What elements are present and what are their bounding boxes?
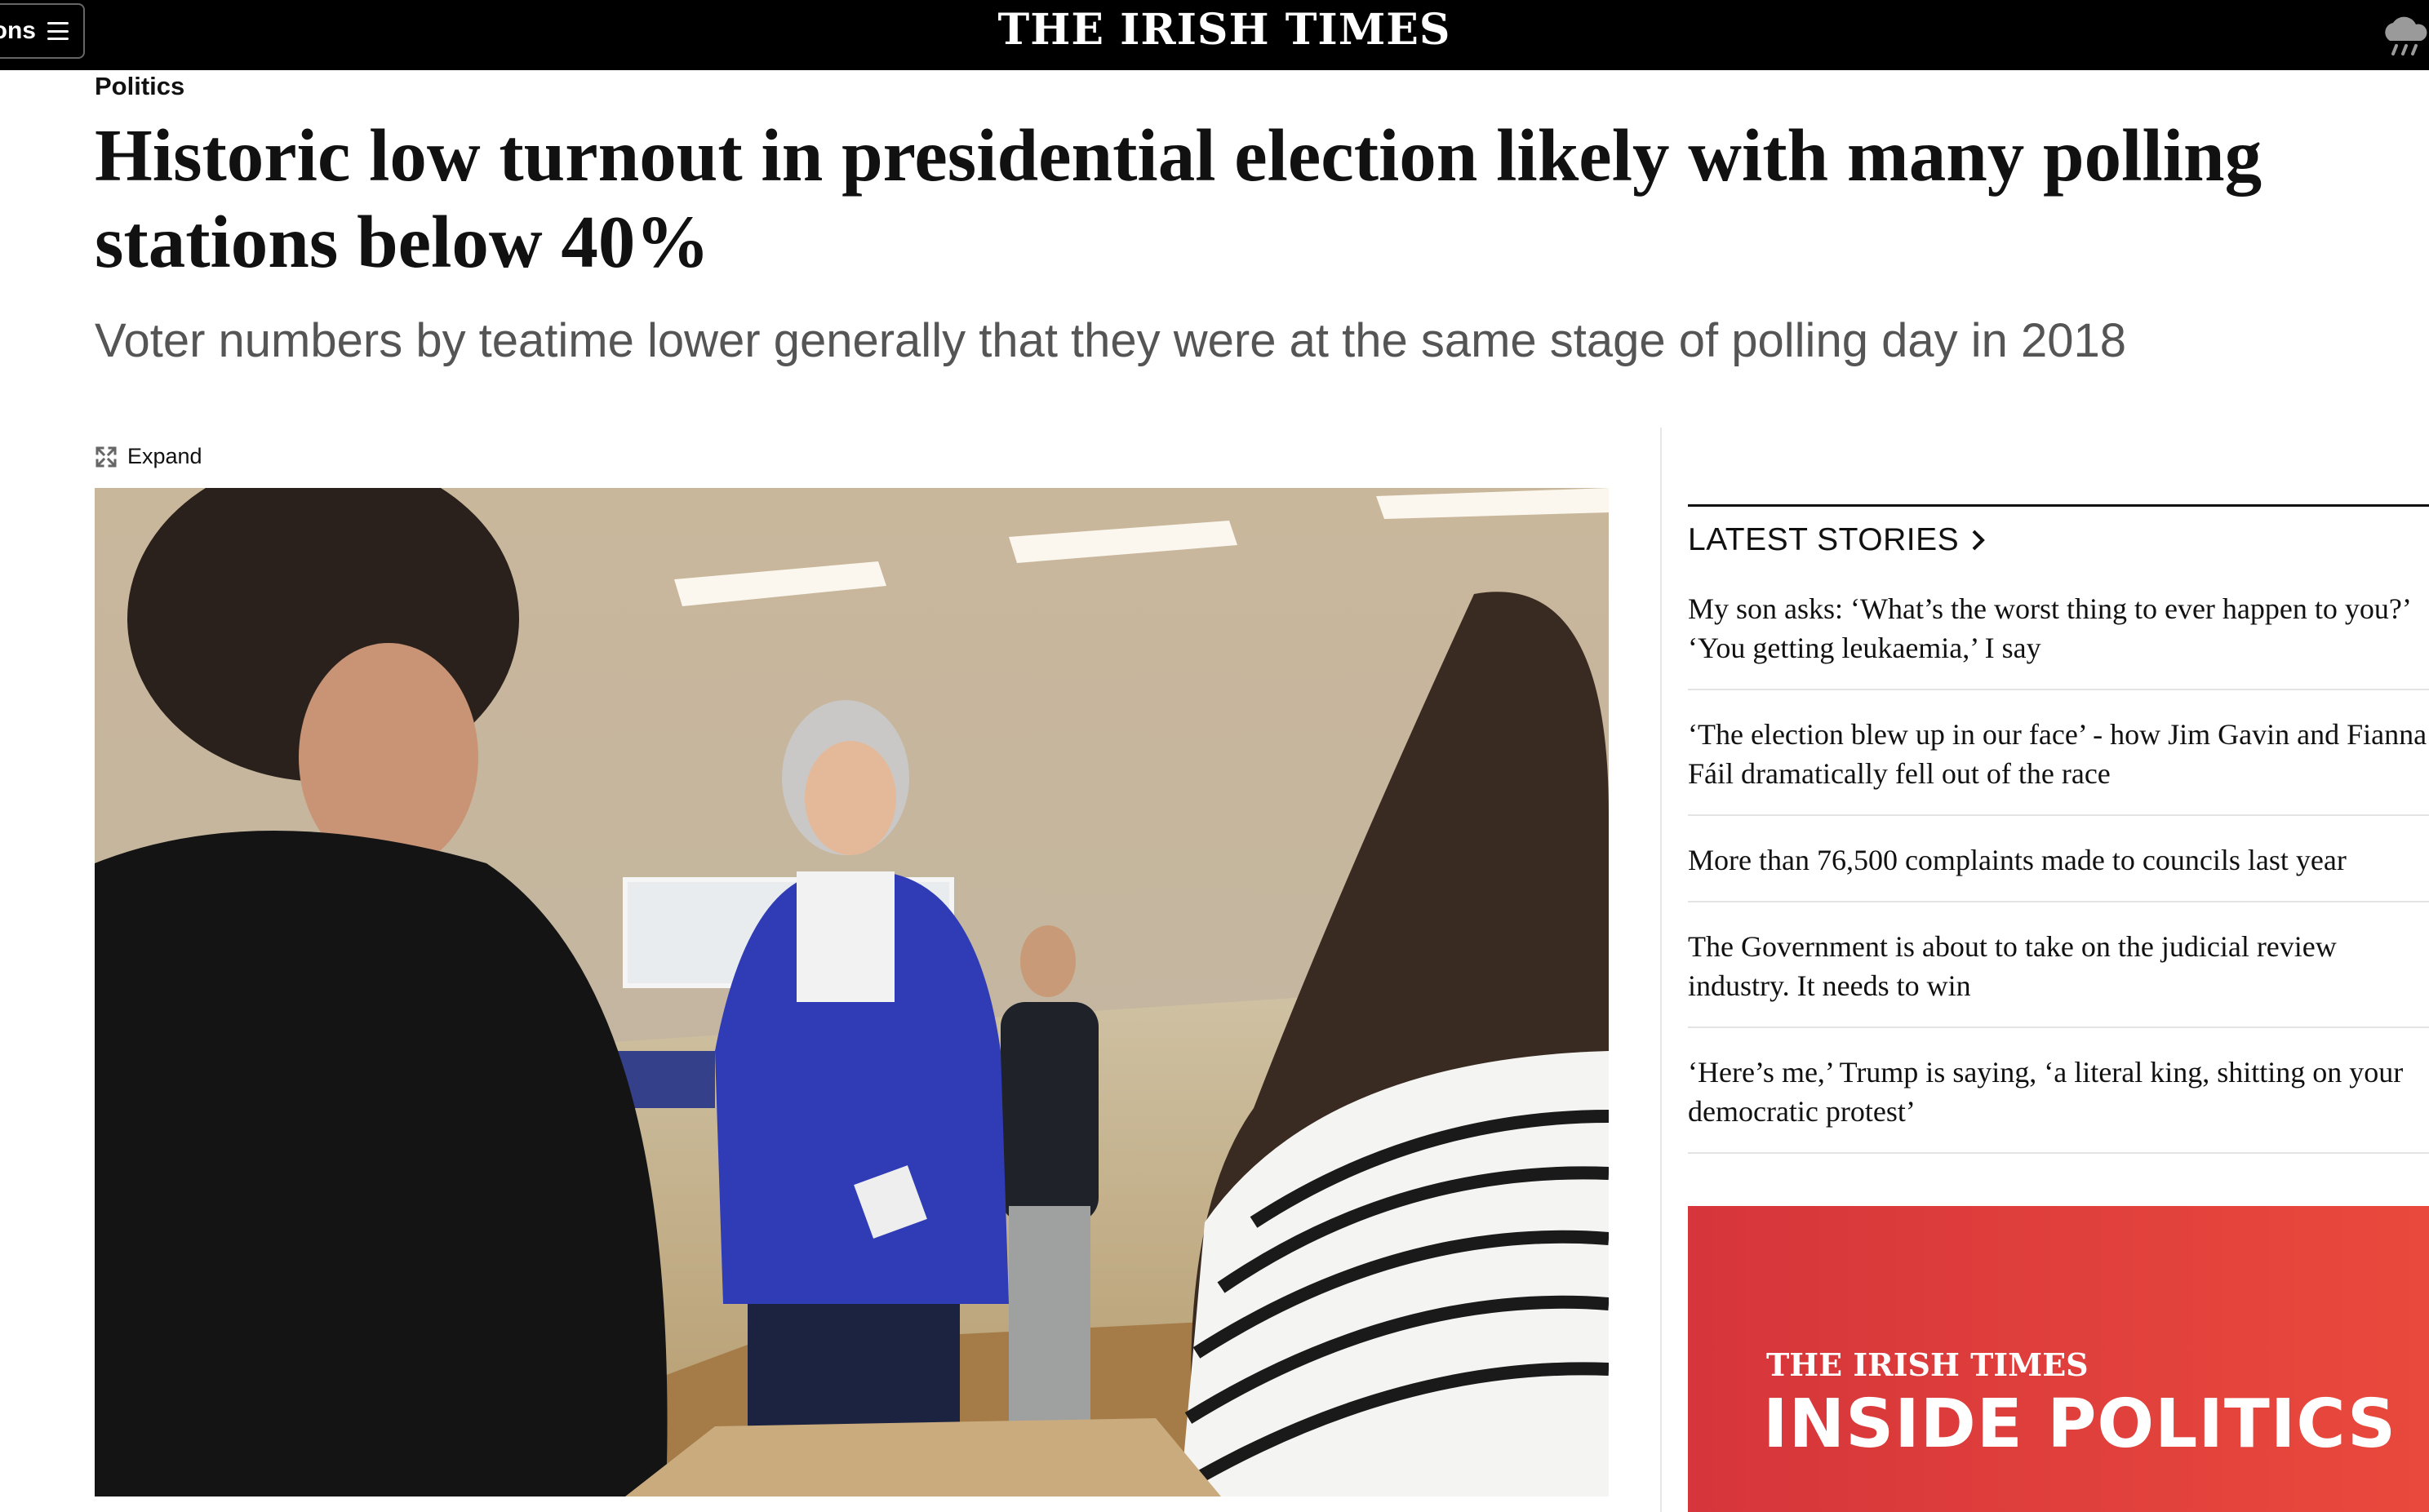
section-link[interactable]: Politics xyxy=(95,72,184,101)
column-divider xyxy=(1660,428,1662,1512)
latest-stories-rule xyxy=(1688,504,2429,507)
story-link[interactable]: My son asks: ‘What’s the worst thing to … xyxy=(1688,589,2429,667)
latest-stories-list: My son asks: ‘What’s the worst thing to … xyxy=(1688,579,2429,1154)
top-navigation-bar: ons THE IRISH TIMES xyxy=(0,0,2429,70)
story-link[interactable]: The Government is about to take on the j… xyxy=(1688,927,2429,1005)
article-headline: Historic low turnout in presidential ele… xyxy=(95,114,2262,283)
list-item: ‘The election blew up in our face’ - how… xyxy=(1688,690,2429,816)
story-link[interactable]: More than 76,500 complaints made to coun… xyxy=(1688,840,2429,880)
chevron-right-icon xyxy=(1972,530,1985,551)
promo-title: INSIDE POLITICS xyxy=(1763,1386,2397,1463)
latest-stories-label: LATEST STORIES xyxy=(1688,522,1960,557)
promo-brand: THE IRISH TIMES xyxy=(1766,1346,2089,1383)
article-standfirst: Voter numbers by teatime lower generally… xyxy=(95,314,2126,367)
list-item: The Government is about to take on the j… xyxy=(1688,902,2429,1028)
latest-stories-heading[interactable]: LATEST STORIES xyxy=(1688,522,1987,558)
list-item: More than 76,500 complaints made to coun… xyxy=(1688,816,2429,902)
expand-label: Expand xyxy=(127,444,202,468)
inside-politics-promo[interactable]: THE IRISH TIMES INSIDE POLITICS xyxy=(1688,1206,2429,1512)
expand-image-button[interactable]: Expand xyxy=(95,444,202,469)
story-link[interactable]: ‘The election blew up in our face’ - how… xyxy=(1688,715,2429,793)
list-item: My son asks: ‘What’s the worst thing to … xyxy=(1688,579,2429,690)
article-lead-photo[interactable] xyxy=(95,488,1609,1496)
list-item: ‘Here’s me,’ Trump is saying, ‘a literal… xyxy=(1688,1028,2429,1154)
cloud-rain-icon[interactable] xyxy=(2378,13,2429,59)
masthead-logo[interactable]: THE IRISH TIMES xyxy=(0,5,2429,55)
story-link[interactable]: ‘Here’s me,’ Trump is saying, ‘a literal… xyxy=(1688,1053,2429,1131)
expand-arrows-icon xyxy=(95,446,117,467)
